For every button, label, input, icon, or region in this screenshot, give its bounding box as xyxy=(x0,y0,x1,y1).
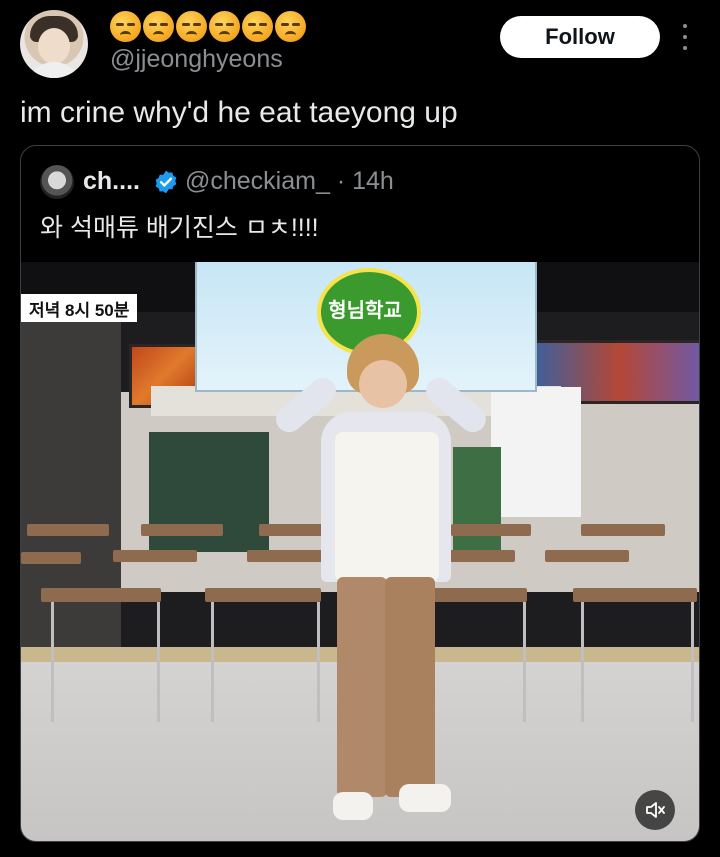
desk xyxy=(581,524,665,536)
quoted-tweet-card[interactable]: ch.... @checkiam_ · 14h 와 석매튜 배기진스 ㅁㅊ!!!… xyxy=(20,145,700,842)
quoted-avatar[interactable] xyxy=(40,165,74,199)
desk-leg xyxy=(211,602,214,722)
desk-leg xyxy=(51,602,54,722)
avatar-face xyxy=(38,28,70,64)
pensive-face-icon xyxy=(143,11,174,42)
speaker-muted-icon xyxy=(646,802,665,818)
follow-button[interactable]: Follow xyxy=(500,16,660,58)
quoted-display-name[interactable]: ch.... xyxy=(83,167,140,196)
avatar[interactable] xyxy=(20,10,88,78)
more-vertical-icon[interactable] xyxy=(678,24,692,50)
video-left-wall xyxy=(21,312,121,672)
desk xyxy=(41,588,161,602)
pensive-face-icon xyxy=(209,11,240,42)
desk xyxy=(21,552,81,564)
dancer xyxy=(251,322,492,841)
desk-leg xyxy=(691,602,694,722)
mute-button[interactable] xyxy=(635,790,675,830)
user-handle[interactable]: @jjeonghyeons xyxy=(110,45,283,74)
desk-leg xyxy=(523,602,526,722)
quoted-tweet-text: 와 석매튜 배기진스 ㅁㅊ!!!! xyxy=(40,214,319,242)
desk-leg xyxy=(581,602,584,722)
desk-leg xyxy=(157,602,160,722)
tweet-text: im crine why'd he eat taeyong up xyxy=(20,96,458,129)
quoted-handle-time[interactable]: @checkiam_ · 14h xyxy=(185,167,394,196)
tweet-page: @jjeonghyeons Follow im crine why'd he e… xyxy=(0,0,720,857)
pensive-face-icon xyxy=(110,11,141,42)
desk xyxy=(545,550,629,562)
video-player[interactable]: 형님학교 저녁 8시 50분 xyxy=(21,262,699,841)
broadcast-time-badge: 저녁 8시 50분 xyxy=(21,294,138,322)
desk xyxy=(27,524,109,536)
display-name[interactable] xyxy=(110,11,306,45)
avatar-shirt xyxy=(26,62,82,78)
show-logo-text: 형님학교 xyxy=(328,300,402,322)
pensive-face-icon xyxy=(242,11,273,42)
video-whiteboard xyxy=(491,387,581,517)
desk xyxy=(141,524,223,536)
pensive-face-icon xyxy=(275,11,306,42)
desk xyxy=(113,550,197,562)
verified-badge-icon xyxy=(155,170,177,194)
desk xyxy=(573,588,697,602)
pensive-face-icon xyxy=(176,11,207,42)
